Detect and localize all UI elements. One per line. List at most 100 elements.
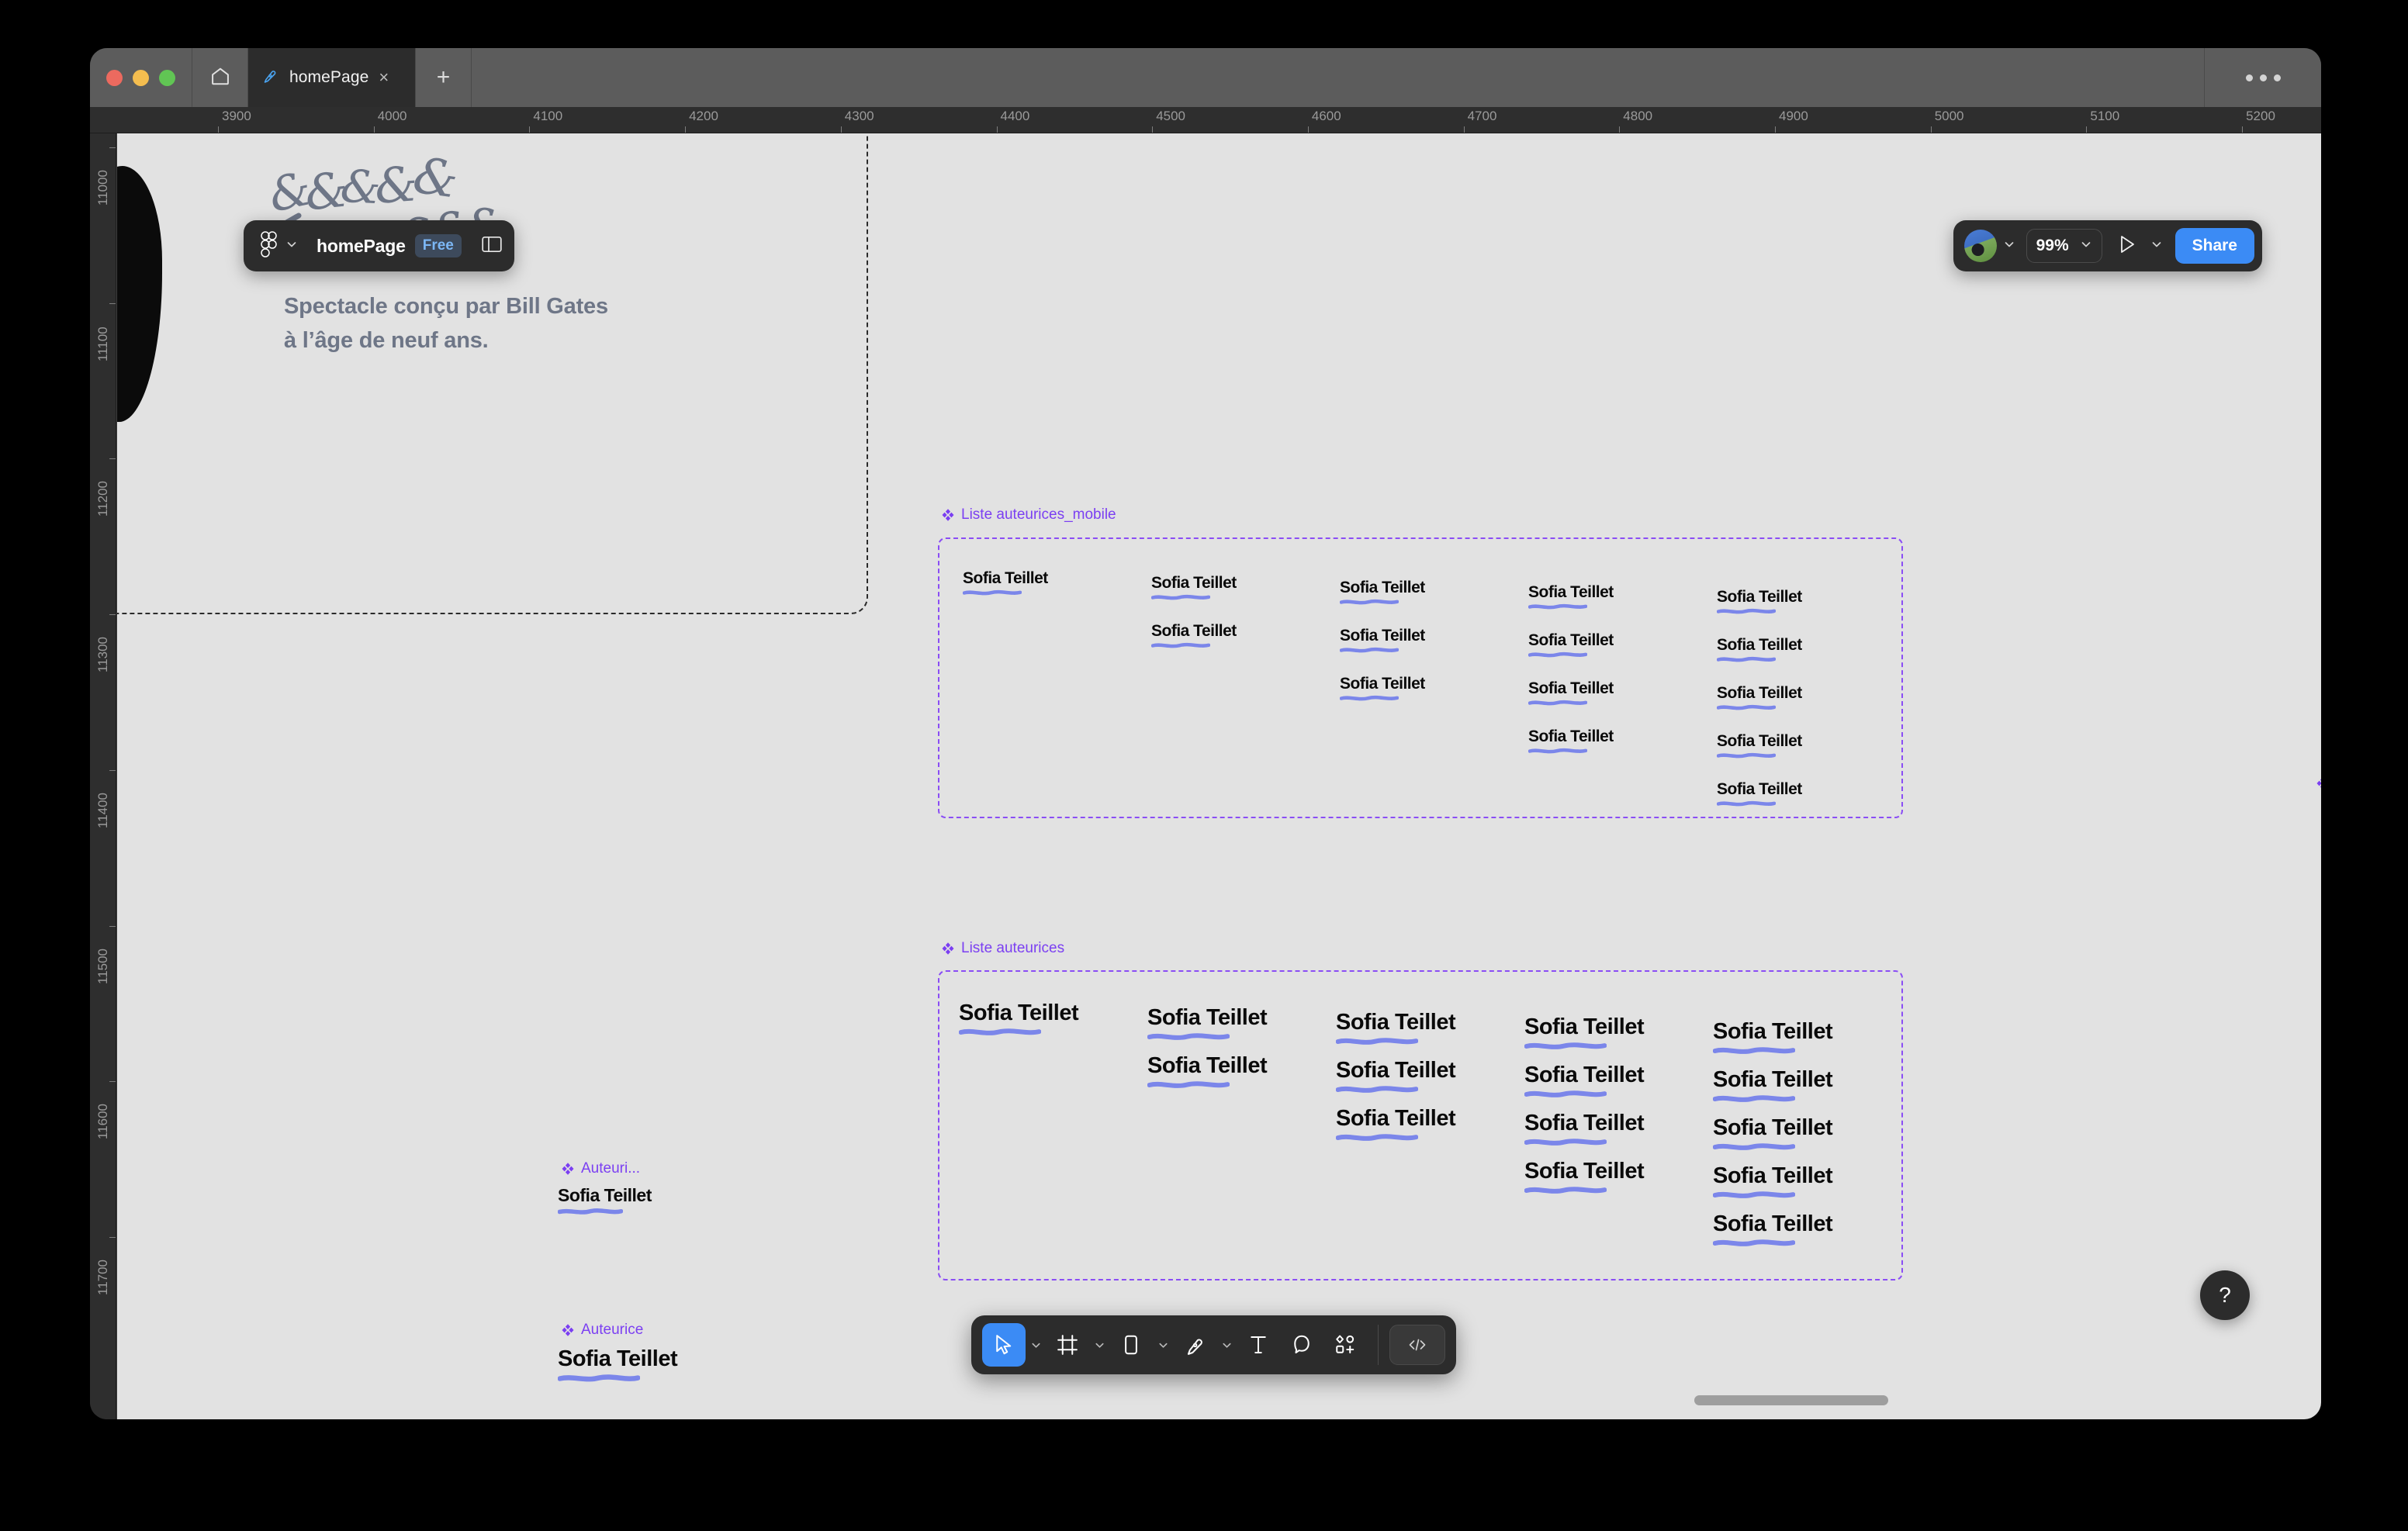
panel-toggle-icon[interactable] — [482, 236, 502, 257]
annotation-note: Spectacle conçu par Bill Gates à l’âge d… — [284, 294, 608, 353]
component-label-carte-projet[interactable]: CarteProj — [2316, 775, 2321, 792]
underline-stroke-icon — [558, 1208, 623, 1215]
name-item[interactable]: Sofia Teillet — [1528, 680, 1614, 707]
name-item[interactable]: Sofia Teillet — [1528, 632, 1614, 658]
name-item[interactable]: Sofia Teillet — [1713, 1211, 1833, 1248]
component-label-liste-auteurices[interactable]: Liste auteurices — [941, 940, 1064, 957]
name-item[interactable]: Sofia Teillet — [1524, 1063, 1645, 1099]
ruler-tick-mark — [1307, 126, 1309, 133]
name-item[interactable]: Sofia Teillet — [1340, 579, 1425, 606]
ruler-tick-label: 11700 — [95, 1259, 110, 1295]
pen-tool-options[interactable] — [1216, 1339, 1237, 1351]
ruler-tick-label: 4100 — [533, 109, 563, 123]
new-tab-button[interactable]: + — [416, 48, 472, 107]
chevron-down-icon[interactable] — [2003, 238, 2015, 254]
text-tool[interactable] — [1237, 1323, 1280, 1367]
name-item[interactable]: Sofia Teillet — [1336, 1059, 1456, 1094]
author-name: Sofia Teillet — [1713, 1115, 1833, 1140]
name-item[interactable]: Sofia Teillet — [1717, 733, 1802, 759]
chevron-down-icon[interactable] — [2080, 238, 2092, 254]
dev-mode-button[interactable] — [1389, 1325, 1445, 1365]
name-item[interactable]: Sofia Teillet — [1713, 1069, 1833, 1104]
frame-tool-options[interactable] — [1089, 1339, 1109, 1351]
chevron-down-icon[interactable] — [2150, 238, 2163, 254]
app-window: homePage × + 3900 4000 4100 4200 4300 4400 450… — [90, 48, 2321, 1419]
author-name: Sofia Teillet — [1713, 1211, 1833, 1236]
name-item[interactable]: Sofia Teillet — [959, 1002, 1079, 1037]
name-item[interactable]: Sofia Teillet — [1340, 676, 1425, 702]
component-label-liste-auteurices-mobile[interactable]: Liste auteurices_mobile — [941, 506, 1116, 524]
name-item[interactable]: Sofia Teillet — [1717, 637, 1802, 663]
chevron-down-icon[interactable] — [285, 238, 298, 254]
minimize-window-button[interactable] — [133, 69, 149, 86]
component-label-text: Auteuri... — [581, 1160, 641, 1177]
name-item[interactable]: Sofia Teillet — [1528, 728, 1614, 755]
figma-logo-icon[interactable] — [259, 230, 278, 261]
author-name: Sofia Teillet — [1524, 1063, 1645, 1087]
underline-stroke-icon — [1340, 647, 1399, 653]
comment-tool[interactable] — [1280, 1323, 1323, 1367]
window-controls[interactable] — [90, 48, 192, 107]
ruler-tick-label: 5000 — [1934, 109, 1964, 123]
name-item[interactable]: Sofia Teillet — [1717, 685, 1802, 711]
move-tool-options[interactable] — [1026, 1339, 1046, 1351]
author-name: Sofia Teillet — [1524, 1014, 1645, 1039]
move-tool[interactable] — [982, 1323, 1026, 1367]
more-options-button[interactable] — [2205, 48, 2321, 107]
name-item[interactable]: Sofia Teillet — [1713, 1115, 1833, 1152]
name-item[interactable]: Sofia Teillet — [1336, 1011, 1456, 1046]
underline-stroke-icon — [1713, 1143, 1795, 1150]
name-item[interactable]: Sofia Teillet — [963, 570, 1048, 596]
pen-tool[interactable] — [1173, 1323, 1216, 1367]
ruler-tick-mark — [2086, 126, 2088, 133]
name-item[interactable]: Sofia Teillet — [1151, 575, 1237, 601]
design-canvas[interactable]: & & & & & & & & & Spectacle conçu par Bi… — [117, 133, 2321, 1419]
underline-stroke-icon — [1340, 599, 1399, 605]
underline-stroke-icon — [558, 1374, 640, 1382]
zoom-window-button[interactable] — [159, 69, 175, 86]
name-item[interactable]: Sofia Teillet — [1147, 1053, 1268, 1090]
tools-toolbar[interactable] — [971, 1315, 1456, 1374]
play-icon[interactable] — [2118, 234, 2136, 258]
name-item[interactable]: Sofia Teillet — [1336, 1108, 1456, 1142]
name-item[interactable]: Sofia Teillet — [1147, 1007, 1268, 1042]
shape-tool[interactable] — [1109, 1323, 1153, 1367]
name-item[interactable]: Sofia Teillet — [558, 1348, 678, 1384]
author-name: Sofia Teillet — [963, 569, 1048, 587]
home-button[interactable] — [192, 48, 248, 107]
name-item[interactable]: Sofia Teillet — [1340, 627, 1425, 654]
name-item[interactable]: Sofia Teillet — [1717, 781, 1802, 807]
name-item[interactable]: Sofia Teillet — [1717, 589, 1802, 615]
zoom-selector[interactable]: 99% — [2026, 229, 2102, 263]
share-button[interactable]: Share — [2174, 228, 2254, 264]
name-item[interactable]: Sofia Teillet — [1524, 1160, 1645, 1195]
component-label-auteurice[interactable]: Auteurice — [561, 1322, 643, 1339]
author-name: Sofia Teillet — [1713, 1163, 1833, 1188]
shape-tool-options[interactable] — [1153, 1339, 1173, 1351]
file-toolbar[interactable]: homePage Free — [244, 220, 514, 271]
name-item[interactable]: Sofia Teillet — [1713, 1021, 1833, 1056]
ruler-tick-mark — [109, 1081, 116, 1083]
tab-homepage[interactable]: homePage × — [248, 48, 416, 107]
actions-tool[interactable] — [1323, 1323, 1367, 1367]
name-item[interactable]: Sofia Teillet — [558, 1187, 652, 1216]
author-name: Sofia Teillet — [1340, 579, 1425, 596]
ruler-tick-label: 11100 — [95, 326, 110, 361]
name-item[interactable]: Sofia Teillet — [1151, 623, 1237, 649]
horizontal-ruler: 3900 4000 4100 4200 4300 4400 4500 4600 4700 4800… — [90, 107, 2321, 133]
component-label-auteurice-truncated[interactable]: Auteuri... — [561, 1160, 640, 1177]
frame-tool[interactable] — [1046, 1323, 1089, 1367]
name-item[interactable]: Sofia Teillet — [1528, 584, 1614, 610]
collaboration-toolbar[interactable]: 99% Share — [1953, 220, 2262, 271]
name-item[interactable]: Sofia Teillet — [1524, 1014, 1645, 1051]
name-item[interactable]: Sofia Teillet — [1524, 1111, 1645, 1147]
close-icon[interactable]: × — [379, 69, 389, 86]
name-item[interactable]: Sofia Teillet — [1713, 1163, 1833, 1200]
help-button[interactable]: ? — [2200, 1270, 2250, 1320]
avatar[interactable] — [1963, 230, 1997, 262]
author-name: Sofia Teillet — [1524, 1111, 1645, 1135]
author-name: Sofia Teillet — [1147, 1053, 1268, 1078]
dot-icon — [2245, 74, 2253, 81]
close-window-button[interactable] — [106, 69, 123, 86]
horizontal-scrollbar[interactable] — [1694, 1395, 1888, 1405]
